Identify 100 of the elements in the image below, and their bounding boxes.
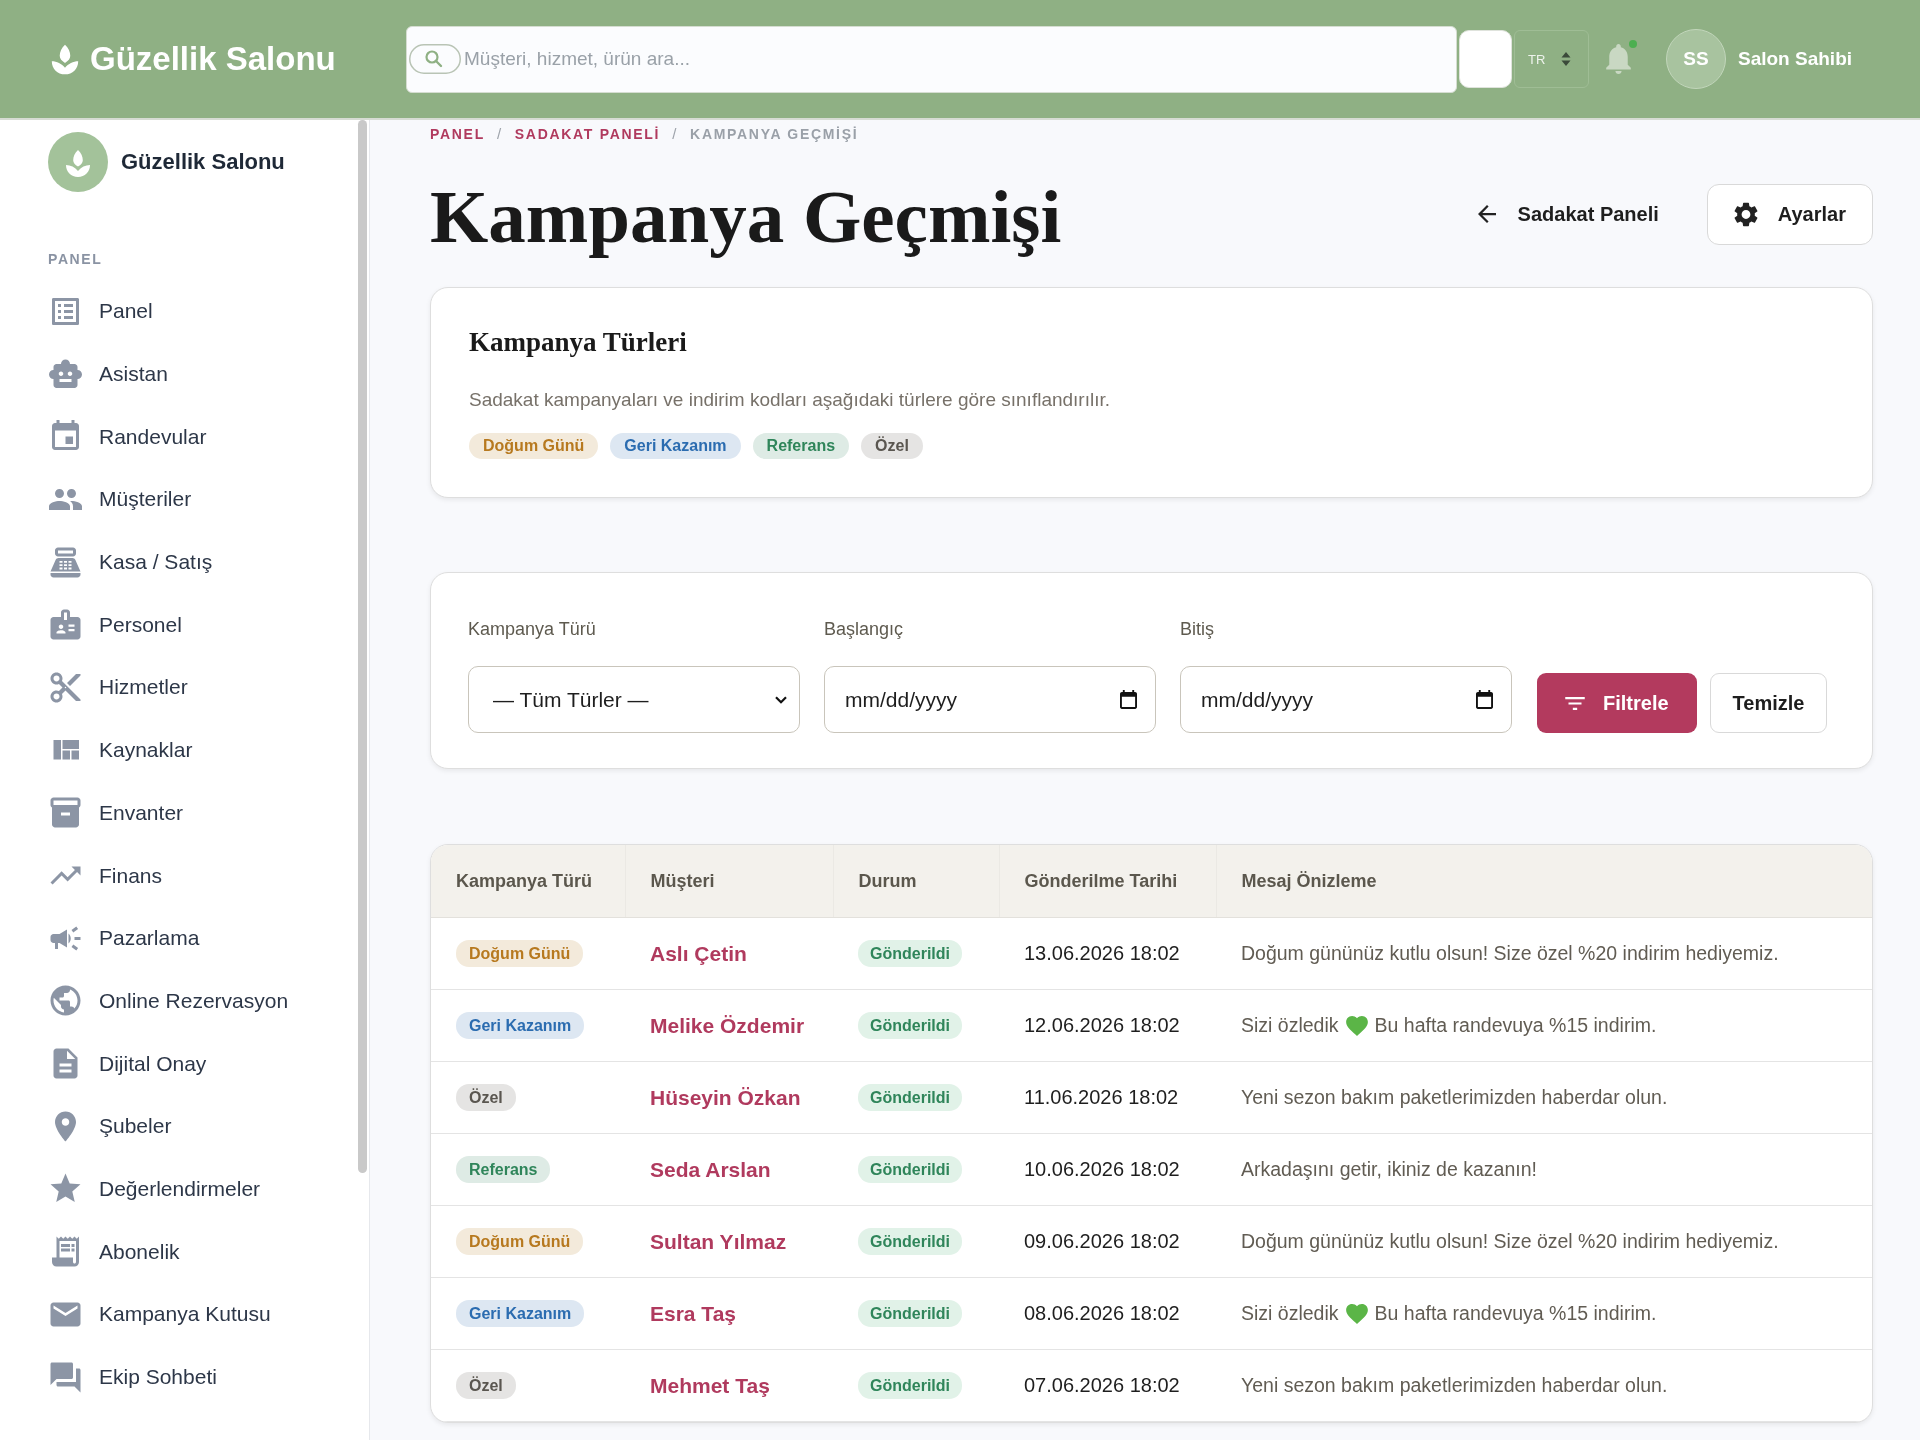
type-tag: Özel [456,1372,516,1399]
nav-item[interactable]: Kaynaklar [0,718,369,782]
chat-bubbles-icon [49,1360,82,1394]
message-text: Arkadaşını getir, ikiniz de kazanın! [1241,1158,1537,1181]
message-text: Sizi özledik [1241,1014,1339,1037]
nav-item[interactable]: Kampanya Kutusu [0,1283,369,1346]
field-label: Bitiş [1180,618,1215,640]
up-down-caret-icon [1561,52,1572,66]
column-header: Kampanya Türü [431,845,625,918]
message-text: Doğum gününüz kutlu olsun! Size özel %20 indirim hediyemiz. [1241,942,1779,965]
type-tag: Doğum Günü [469,433,599,459]
heart-icon [1345,1015,1368,1036]
message-text: Doğum gününüz kutlu olsun! Size özel %20 indirim hediyemiz. [1241,1230,1779,1253]
search-icon [409,44,461,74]
card-title: Kampanya Türleri [469,326,688,359]
breadcrumb-item[interactable]: PANEL [430,125,485,142]
nav-item[interactable]: Online Rezervasyon [0,969,369,1033]
type-tag: Doğum Günü [456,1228,584,1255]
nav-item[interactable]: Şubeler [0,1094,369,1158]
nav-item[interactable]: Değerlendirmeler [0,1157,369,1221]
type-tag: Geri Kazanım [456,1300,585,1327]
date-field[interactable]: mm/dd/yyyy [1180,666,1512,733]
clear-button[interactable]: Temizle [1709,673,1828,733]
nav-item[interactable]: Pazarlama [0,906,369,970]
breadcrumb-item: KAMPANYA GEÇMİŞİ [690,125,859,142]
nav-item[interactable]: Hizmetler [0,656,369,719]
type-tag: Referans [752,433,850,459]
customer-link[interactable]: Seda Arslan [650,1157,771,1181]
column-header: Durum [833,845,999,918]
scissors-icon [49,670,82,704]
sent-date: 13.06.2026 18:02 [1024,942,1180,964]
nav-item[interactable]: Personel [0,593,369,657]
type-select[interactable]: — Tüm Türler — [468,666,800,733]
type-tag: Özel [456,1084,516,1111]
arrow-left-icon [1477,205,1496,223]
leaf-logo-icon [50,42,80,76]
type-tag: Geri Kazanım [456,1012,585,1039]
nav-item[interactable]: Abonelik [0,1220,369,1283]
scrollbar[interactable] [358,120,367,1173]
customer-link[interactable]: Esra Taş [650,1301,736,1325]
calendar-icon[interactable] [1120,690,1137,709]
type-tag: Doğum Günü [456,940,584,967]
cash-register-icon [49,545,82,579]
blank-square-button[interactable] [1459,30,1512,88]
message-text: Yeni sezon bakım paketlerimizden haberdar olun. [1241,1086,1668,1109]
robot-icon [49,357,82,391]
type-tag: Referans [456,1156,551,1183]
customer-link[interactable]: Aslı Çetin [650,941,747,965]
customer-link[interactable]: Hüseyin Özkan [650,1085,801,1109]
nav-item[interactable]: Kasa / Satış [0,530,369,594]
date-field[interactable]: mm/dd/yyyy [824,666,1156,733]
globe-icon [49,984,82,1018]
column-header: Mesaj Önizleme [1216,845,1872,918]
calendar-icon[interactable] [1476,690,1493,709]
chevron-down-icon [775,695,787,704]
customer-link[interactable]: Melike Özdemir [650,1013,805,1037]
sent-date: 12.06.2026 18:02 [1024,1014,1180,1036]
field-label: Kampanya Türü [468,618,597,640]
nav-item[interactable]: Panel [0,280,369,343]
nav-item[interactable]: Ekip Sohbeti [0,1345,369,1409]
section-label: PANEL [48,251,104,268]
archive-box-icon [49,796,82,830]
nav-item[interactable]: Randevular [0,405,369,469]
sent-date: 07.06.2026 18:02 [1024,1374,1180,1396]
receipt-icon [49,1235,82,1269]
status-badge: Gönderildi [858,1084,962,1111]
customer-link[interactable]: Sultan Yılmaz [650,1229,787,1253]
message-text: Yeni sezon bakım paketlerimizden haberdar olun. [1241,1374,1668,1397]
nav-item[interactable]: Müşteriler [0,468,369,531]
nav-item[interactable]: Dijital Onay [0,1032,369,1095]
nav-item[interactable]: Envanter [0,781,369,845]
gear-icon [1733,201,1758,227]
breadcrumb-separator: / [496,125,503,142]
status-badge: Gönderildi [858,1156,962,1183]
sent-date: 11.06.2026 18:02 [1024,1086,1179,1108]
nav-item[interactable]: Finans [0,844,369,907]
column-header: Gönderilme Tarihi [999,845,1216,918]
leaf-logo-icon [48,132,108,192]
status-badge: Gönderildi [858,1228,962,1255]
bell-icon[interactable] [1606,44,1631,74]
customer-link[interactable]: Mehmet Taş [650,1373,770,1397]
message-text: Bu hafta randevuya %15 indirim. [1374,1014,1657,1037]
breadcrumb-item[interactable]: SADAKAT PANELİ [514,125,661,142]
heart-icon [1345,1303,1368,1324]
type-tag: Özel [861,433,923,459]
back-link[interactable]: Sadakat Paneli [1477,202,1659,226]
page-title: Kampanya Geçmişi [430,174,1062,260]
status-badge: Gönderildi [858,1372,962,1399]
card-description: Sadakat kampanyaları ve indirim kodları aşağıdaki türlere göre sınıflandırılır. [469,388,1112,412]
status-badge: Gönderildi [858,1012,962,1039]
sent-date: 08.06.2026 18:02 [1024,1302,1180,1324]
settings-button[interactable]: Ayarlar [1706,183,1873,245]
brand-name: Güzellik Salonu [121,149,285,175]
sent-date: 10.06.2026 18:02 [1024,1158,1180,1180]
filter-lines-icon [1565,696,1585,710]
message-text: Sizi özledik [1241,1302,1339,1325]
brand-name: Güzellik Salonu [90,40,336,78]
filter-button[interactable]: Filtrele [1537,673,1697,733]
column-header: Müşteri [625,845,833,918]
nav-item[interactable]: Asistan [0,342,369,406]
